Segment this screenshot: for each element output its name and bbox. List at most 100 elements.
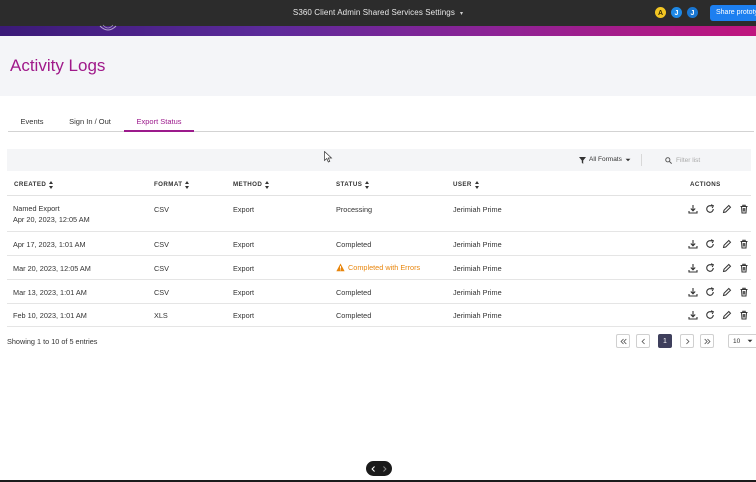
status-cell: Completed [336,240,372,249]
double-chevron-left-icon [619,338,627,344]
tab-events[interactable]: Events [8,112,56,132]
user-cell: Jerimiah Prime [453,264,502,273]
format-cell: XLS [154,311,168,320]
row-actions [688,287,749,297]
download-icon[interactable] [688,263,698,273]
trash-icon[interactable] [739,263,749,273]
table-row: Mar 20, 2023, 12:05 AM CSV Export Comple… [7,256,751,280]
chevron-down-icon [625,158,631,162]
method-cell: Export [233,240,255,249]
download-icon[interactable] [688,204,698,214]
row-actions [688,239,749,249]
share-prototype-button[interactable]: Share prototype [710,5,756,21]
status-text: Completed with Errors [348,263,421,272]
sort-icon [365,181,370,189]
column-header-label: METHOD [233,181,263,188]
download-icon[interactable] [688,287,698,297]
status-cell: Completed [336,288,372,297]
chevron-left-icon[interactable] [370,465,377,473]
method-cell: Export [233,205,255,214]
next-page-button[interactable] [680,334,694,348]
row-actions [688,310,749,320]
prototype-title[interactable]: S360 Client Admin Shared Services Settin… [0,0,756,26]
method-cell: Export [233,288,255,297]
column-header-status[interactable]: STATUS [336,174,370,196]
tab-export-status[interactable]: Export Status [124,112,194,132]
entries-summary: Showing 1 to 10 of 5 entries [7,337,98,346]
user-cell: Jerimiah Prime [453,311,502,320]
previous-page-button[interactable] [636,334,650,348]
status-cell: Processing [336,205,373,214]
column-header-label: USER [453,181,472,188]
refresh-icon[interactable] [705,287,715,297]
status-cell: Completed [336,311,372,320]
column-header-method[interactable]: METHOD [233,174,270,196]
formats-filter-label: All Formats [589,156,622,163]
page-size-select[interactable]: 10 [728,334,756,348]
method-cell: Export [233,264,255,273]
refresh-icon[interactable] [705,239,715,249]
avatar[interactable]: A [654,6,667,19]
download-icon[interactable] [688,310,698,320]
page-size-value: 10 [733,337,741,345]
column-header-format[interactable]: FORMAT [154,174,190,196]
chevron-down-icon [747,339,753,343]
edit-pencil-icon[interactable] [722,263,732,273]
chevron-right-icon [685,338,689,344]
refresh-icon[interactable] [705,263,715,273]
created-date: Mar 20, 2023, 12:05 AM [13,264,91,273]
chevron-down-icon: ▾ [459,11,464,17]
chevron-left-icon [641,338,645,344]
edit-pencil-icon[interactable] [722,310,732,320]
tab-sign-in-out[interactable]: Sign In / Out [64,112,116,132]
last-page-button[interactable] [700,334,714,348]
sort-icon [474,181,480,189]
table-row: Named Export Apr 20, 2023, 12:05 AM CSV … [7,197,751,232]
format-cell: CSV [154,264,170,273]
prototype-title-text: S360 Client Admin Shared Services Settin… [292,8,455,17]
export-name: Named Export [13,204,60,213]
column-header-label: CREATED [14,181,47,188]
table-header: CREATED FORMAT METHOD STATUS USER ACTION… [7,174,751,196]
column-header-user[interactable]: USER [453,174,480,196]
user-cell: Jerimiah Prime [453,205,502,214]
column-header-label: FORMAT [154,181,183,188]
search-icon [665,156,672,164]
refresh-icon[interactable] [705,204,715,214]
filter-list-input[interactable] [676,156,746,164]
method-cell: Export [233,311,255,320]
refresh-icon[interactable] [705,310,715,320]
trash-icon[interactable] [739,310,749,320]
trash-icon[interactable] [739,239,749,249]
avatar[interactable]: J [686,6,699,19]
table-row: Feb 10, 2023, 1:01 AM XLS Export Complet… [7,304,751,327]
edit-pencil-icon[interactable] [722,239,732,249]
format-cell: CSV [154,288,170,297]
created-date: Feb 10, 2023, 1:01 AM [13,311,87,320]
download-icon[interactable] [688,239,698,249]
double-chevron-right-icon [703,338,711,344]
pagination: 1 10 [616,334,756,348]
edit-pencil-icon[interactable] [722,204,732,214]
toolbar-divider [641,154,642,166]
trash-icon[interactable] [739,287,749,297]
page-header: Activity Logs [0,36,756,96]
edit-pencil-icon[interactable] [722,287,732,297]
column-header-actions: ACTIONS [690,174,721,196]
mouse-cursor-icon [324,151,333,163]
sort-icon [49,181,54,189]
first-page-button[interactable] [616,334,630,348]
column-header-created[interactable]: CREATED [14,174,54,196]
table-toolbar: All Formats [7,149,751,171]
page-number-button[interactable]: 1 [658,334,672,348]
formats-filter-dropdown[interactable]: All Formats [579,149,631,171]
row-actions [688,204,749,214]
avatar[interactable]: J [670,6,683,19]
trash-icon[interactable] [739,204,749,214]
chevron-right-icon[interactable] [381,465,388,473]
activity-tabs: Events Sign In / Out Export Status [8,112,754,132]
brand-logo-icon [99,24,117,31]
funnel-icon [579,156,586,164]
prototype-topbar: S360 Client Admin Shared Services Settin… [0,0,756,26]
created-date: Apr 17, 2023, 1:01 AM [13,240,86,249]
